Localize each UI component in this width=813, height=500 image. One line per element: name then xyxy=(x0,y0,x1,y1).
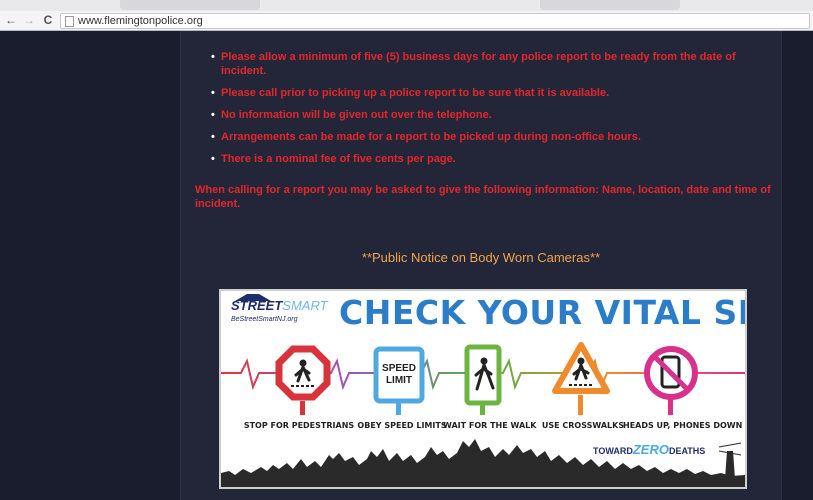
rule-text: Please allow a minimum of five (5) busin… xyxy=(221,51,736,77)
bullet-icon: • xyxy=(211,51,215,63)
report-rules-list: • Please allow a minimum of five (5) busi… xyxy=(205,50,765,174)
bullet-icon: • xyxy=(211,87,215,99)
svg-text:SPEED: SPEED xyxy=(382,363,416,374)
bullet-icon: • xyxy=(211,153,215,165)
caption-walk: WAIT FOR THE WALK xyxy=(443,421,537,430)
reload-icon[interactable]: C xyxy=(41,13,55,27)
rule-text: Please call prior to picking up a police… xyxy=(221,87,610,99)
lighthouse-icon xyxy=(725,451,735,479)
browser-tab[interactable] xyxy=(120,0,260,10)
bullet-icon: • xyxy=(211,109,215,121)
page-icon xyxy=(65,16,74,27)
page: • Please allow a minimum of five (5) busi… xyxy=(0,31,813,500)
body-camera-notice-link[interactable]: **Public Notice on Body Worn Cameras** xyxy=(181,250,781,265)
browser-tab[interactable] xyxy=(540,0,680,10)
banner-headline: CHECK YOUR VITAL SIGNS xyxy=(339,293,747,332)
content-column: • Please allow a minimum of five (5) busi… xyxy=(180,31,782,500)
browser-toolbar: ← → C www.flemingtonpolice.org xyxy=(0,11,813,31)
street-smart-logo: STREETSMART BeStreetSmartNJ.org xyxy=(231,298,328,323)
stop-sign-icon xyxy=(275,345,331,401)
walk-signal-icon xyxy=(464,344,502,406)
caption-crosswalks: USE CROSSWALKS xyxy=(541,421,625,430)
address-bar[interactable]: www.flemingtonpolice.org xyxy=(60,13,810,29)
street-smart-banner[interactable]: SPEED LIMIT STREETSMART BeStreetSmartNJ.… xyxy=(219,289,747,489)
caption-phones: HEADS UP, PHONES DOWN xyxy=(623,421,743,430)
forward-arrow-icon[interactable]: → xyxy=(22,13,36,27)
list-item: • Arrangements can be made for a report t… xyxy=(205,130,765,144)
caption-speed: OBEY SPEED LIMITS xyxy=(357,421,447,430)
rule-text: There is a nominal fee of five cents per… xyxy=(221,153,456,165)
back-arrow-icon[interactable]: ← xyxy=(4,13,18,27)
list-item: • Please call prior to picking up a polic… xyxy=(205,86,765,100)
list-item: • Please allow a minimum of five (5) busi… xyxy=(205,50,765,78)
info-paragraph: When calling for a report you may be ask… xyxy=(195,184,771,210)
rule-text: No information will be given out over th… xyxy=(221,109,492,121)
rule-text: Arrangements can be made for a report to… xyxy=(221,131,641,143)
list-item: • There is a nominal fee of five cents pe… xyxy=(205,152,765,166)
url-text: www.flemingtonpolice.org xyxy=(78,15,203,27)
brand-site: BeStreetSmartNJ.org xyxy=(231,316,298,323)
svg-text:LIMIT: LIMIT xyxy=(386,375,412,386)
toward-zero-deaths-logo: TOWARDZERODEATHS xyxy=(593,442,706,457)
bullet-icon: • xyxy=(211,131,215,143)
list-item: • No information will be given out over t… xyxy=(205,108,765,122)
